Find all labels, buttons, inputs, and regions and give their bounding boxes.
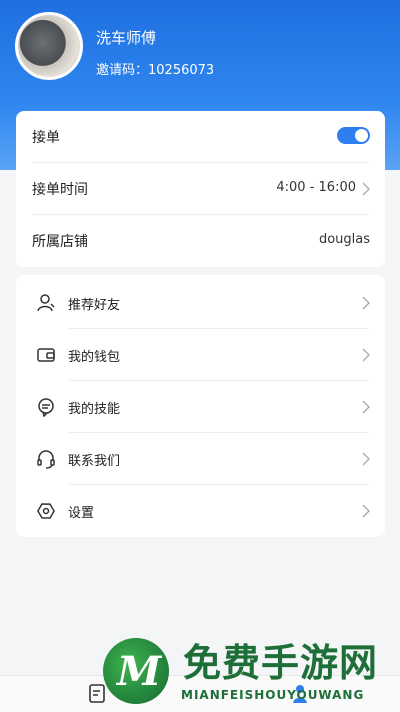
- avatar[interactable]: [15, 12, 83, 80]
- order-hours-label: 接单时间: [32, 182, 88, 198]
- skill-icon: [38, 398, 54, 417]
- accept-orders-row: 接单: [16, 111, 385, 163]
- store-value: douglas: [318, 232, 370, 247]
- menu-item-label: 推荐好友: [68, 298, 121, 313]
- watermark-subtitle: MIANFEISHOUYOUWANG: [181, 688, 365, 702]
- watermark-logo: M: [103, 638, 169, 704]
- order-hours-value: 4:00 - 16:00: [276, 180, 356, 195]
- chevron-right-icon: [362, 504, 370, 518]
- headset-icon: [37, 450, 55, 469]
- chevron-right-icon: [362, 348, 370, 362]
- menu-card: 推荐好友 我的钱包 我的技能 联系我们 设置: [16, 275, 385, 537]
- order-hours-row[interactable]: 接单时间 4:00 - 16:00: [16, 163, 385, 215]
- profile-name: 洗车师傅: [96, 29, 157, 47]
- accept-orders-label: 接单: [32, 130, 60, 146]
- menu-item-wallet[interactable]: 我的钱包: [16, 329, 385, 381]
- store-row: 所属店铺 douglas: [16, 215, 385, 267]
- menu-item-contact[interactable]: 联系我们: [16, 433, 385, 485]
- chevron-right-icon: [362, 296, 370, 310]
- chevron-right-icon: [362, 452, 370, 466]
- chevron-right-icon: [362, 182, 370, 196]
- menu-item-label: 我的钱包: [68, 350, 121, 365]
- menu-item-skills[interactable]: 我的技能: [16, 381, 385, 433]
- work-settings-card: 接单 接单时间 4:00 - 16:00 所属店铺 douglas: [16, 111, 385, 267]
- watermark: M 免费手游网 MIANFEISHOUYOUWANG: [103, 636, 400, 711]
- menu-item-label: 我的技能: [68, 402, 121, 417]
- menu-item-label: 联系我们: [68, 454, 121, 469]
- invite-code: 邀请码：10256073: [96, 63, 215, 78]
- toggle-knob: [355, 129, 368, 142]
- accept-orders-toggle[interactable]: [337, 127, 370, 144]
- wallet-icon: [37, 348, 55, 362]
- watermark-title: 免费手游网: [183, 641, 379, 685]
- menu-item-settings[interactable]: 设置: [16, 485, 385, 537]
- menu-item-label: 设置: [68, 506, 95, 521]
- menu-item-recommend[interactable]: 推荐好友: [16, 277, 385, 329]
- settings-icon: [37, 503, 55, 519]
- person-icon: [37, 294, 55, 312]
- chevron-right-icon: [362, 400, 370, 414]
- store-label: 所属店铺: [32, 234, 88, 250]
